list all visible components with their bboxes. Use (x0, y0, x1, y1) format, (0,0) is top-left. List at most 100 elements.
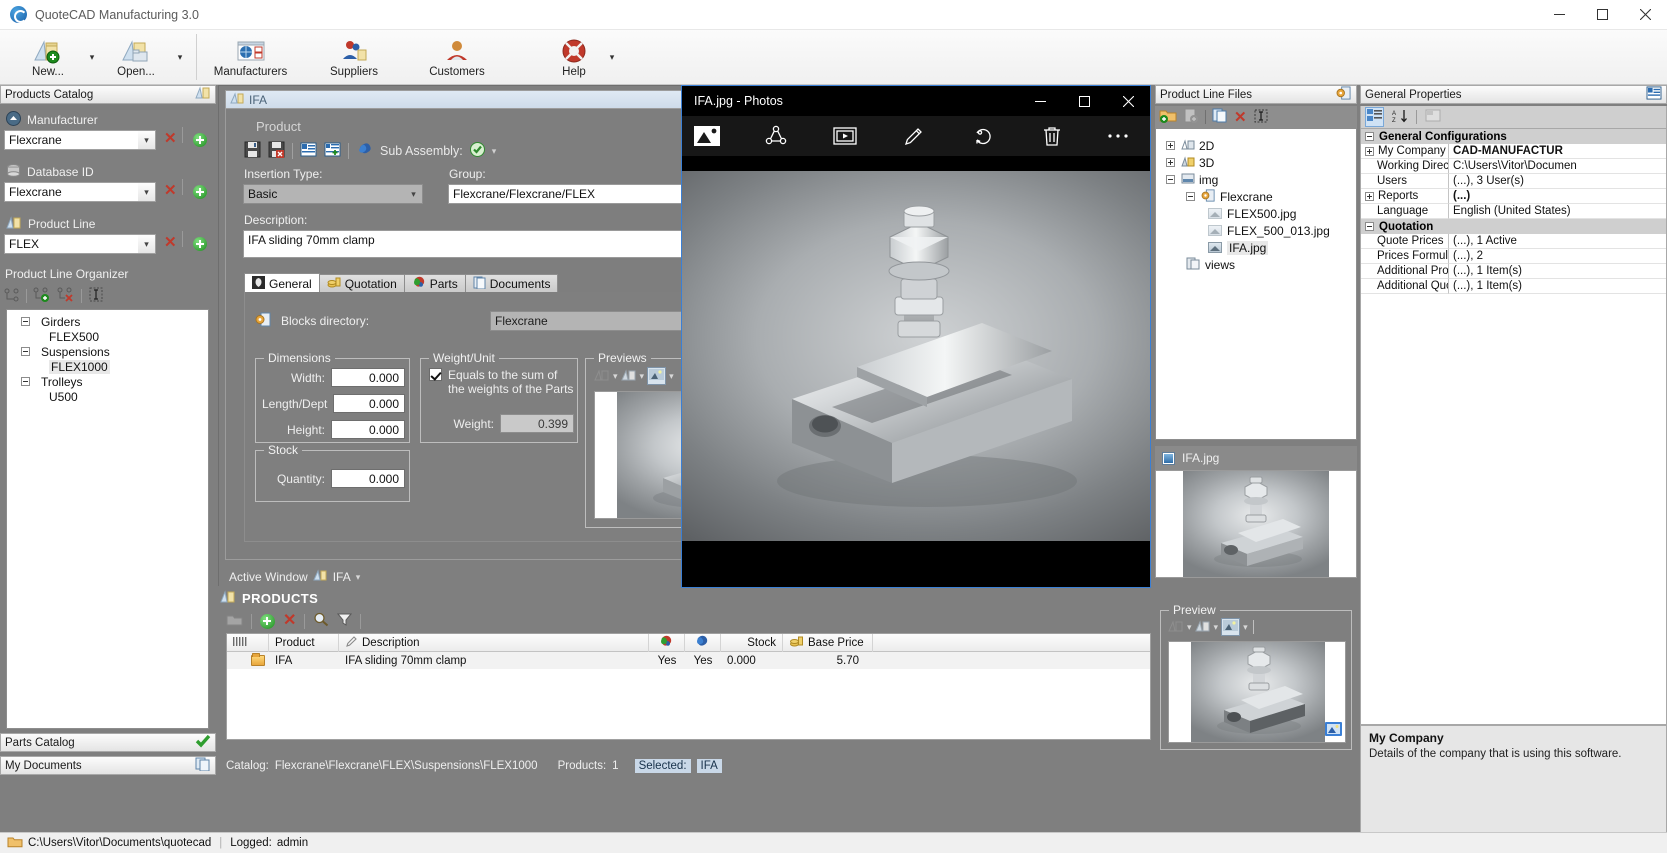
column-product[interactable]: Product (269, 634, 339, 652)
database-id-add-button[interactable] (193, 185, 207, 199)
sort-az-icon[interactable]: AZ (1392, 109, 1408, 126)
organizer-add-icon[interactable] (33, 287, 51, 305)
chevron-down-icon[interactable]: ▾ (405, 185, 422, 203)
save-and-close-icon[interactable] (268, 141, 285, 161)
expander-minus-icon[interactable] (21, 317, 30, 326)
delete-trash-icon[interactable] (1017, 116, 1086, 156)
preview-3d-icon[interactable] (1195, 619, 1211, 636)
file-tree-node-img[interactable]: img (1158, 171, 1354, 188)
tree-node-flex1000[interactable]: FLEX1000 (9, 359, 206, 374)
tab-general[interactable]: General (244, 273, 320, 293)
height-input[interactable]: 0.000 (331, 420, 405, 439)
expander-plus-icon[interactable] (1166, 158, 1175, 167)
file-tree-node-flexcrane[interactable]: Flexcrane (1158, 188, 1354, 205)
product-line-clear-button[interactable]: ✕ (164, 235, 177, 250)
sub-assembly-caret[interactable]: ▾ (492, 146, 497, 157)
file-tree-node-flex500-jpg[interactable]: FLEX500.jpg (1158, 205, 1354, 222)
general-properties-grid[interactable]: General Configurations My Company CAD-MA… (1360, 128, 1667, 725)
property-row-my-company[interactable]: My Company CAD-MANUFACTUR (1361, 144, 1666, 159)
property-row-additional-quote[interactable]: Additional Quote (...), 1 Item(s) (1361, 279, 1666, 294)
close-button[interactable] (1624, 0, 1667, 30)
tab-documents[interactable]: Documents (465, 274, 559, 293)
chevron-down-icon[interactable]: ▾ (356, 572, 361, 583)
add-icon[interactable] (260, 614, 275, 629)
property-row-users[interactable]: Users (...), 3 User(s) (1361, 174, 1666, 189)
insertion-type-select[interactable]: Basic ▾ (243, 184, 423, 204)
expander-minus-icon[interactable] (1166, 175, 1175, 184)
product-line-files-tree[interactable]: 2D 3D img (1155, 128, 1357, 440)
expander-minus-icon[interactable] (21, 347, 30, 356)
property-row-quote-prices[interactable]: Quote Prices (...), 1 Active (1361, 234, 1666, 249)
column-parts-blue[interactable] (685, 634, 721, 652)
customers-button[interactable]: Customers (414, 30, 500, 85)
product-line-select[interactable]: FLEX ▾ (4, 234, 156, 254)
delete-x-icon[interactable]: ✕ (283, 613, 296, 629)
tree-node-trolleys[interactable]: Trolleys (9, 374, 206, 389)
chevron-down-icon[interactable]: ▾ (1187, 622, 1192, 633)
photos-title-bar[interactable]: IFA.jpg - Photos (682, 86, 1150, 116)
file-tree-node-flex500-013-jpg[interactable]: FLEX_500_013.jpg (1158, 222, 1354, 239)
expander-minus-icon[interactable] (1365, 132, 1374, 141)
property-row-prices-formulas[interactable]: Prices Formulas (...), 2 (1361, 249, 1666, 264)
weight-equals-checkbox[interactable] (429, 368, 442, 381)
slideshow-icon[interactable] (811, 116, 880, 156)
width-input[interactable]: 0.000 (331, 368, 405, 387)
chevron-down-icon[interactable]: ▾ (138, 235, 155, 253)
suppliers-button[interactable]: Suppliers (314, 30, 394, 85)
maximize-button[interactable] (1581, 0, 1624, 30)
chevron-down-icon[interactable]: ▾ (138, 131, 155, 149)
database-id-clear-button[interactable]: ✕ (164, 183, 177, 198)
column-row-marker[interactable] (227, 634, 269, 652)
help-dropdown-caret[interactable]: ▾ (602, 30, 622, 85)
photos-image-area[interactable] (682, 156, 1150, 587)
expander-minus-icon[interactable] (21, 377, 30, 386)
file-tree-node-2d[interactable]: 2D (1158, 137, 1354, 154)
product-line-add-button[interactable] (193, 237, 207, 251)
property-row-reports[interactable]: Reports (...) (1361, 189, 1666, 204)
column-base-price[interactable]: Base Price (783, 634, 873, 652)
expander-minus-icon[interactable] (1365, 222, 1374, 231)
file-tree-node-ifa-jpg[interactable]: IFA.jpg (1158, 239, 1354, 256)
preview-image-icon[interactable] (647, 367, 666, 385)
search-icon[interactable] (313, 612, 329, 630)
property-category-general-configurations[interactable]: General Configurations (1361, 129, 1666, 144)
organizer-rename-icon[interactable] (88, 287, 104, 305)
expander-plus-icon[interactable] (1365, 147, 1374, 156)
chevron-down-icon[interactable]: ▾ (669, 371, 674, 382)
products-grid[interactable]: Product Description (226, 633, 1151, 740)
more-options-icon[interactable] (1086, 116, 1150, 156)
column-description[interactable]: Description (339, 634, 649, 652)
copy-icon[interactable] (1212, 108, 1228, 126)
chevron-down-icon[interactable]: ▾ (613, 371, 618, 382)
delete-x-icon[interactable]: ✕ (1234, 110, 1247, 125)
expander-plus-icon[interactable] (1166, 141, 1175, 150)
image-badge-icon[interactable] (1325, 722, 1342, 739)
help-button[interactable]: Help (546, 30, 602, 85)
tree-node-girders[interactable]: Girders (9, 314, 206, 329)
preview-2d-icon[interactable] (594, 368, 610, 385)
open-dropdown-caret[interactable]: ▾ (170, 30, 190, 85)
active-window-value[interactable]: IFA (333, 570, 351, 584)
green-check-icon[interactable] (470, 142, 485, 160)
share-icon[interactable] (742, 116, 811, 156)
preview-2d-icon[interactable] (1168, 619, 1184, 636)
length-input[interactable]: 0.000 (333, 394, 405, 413)
rename-icon[interactable] (1253, 109, 1269, 126)
property-row-language[interactable]: Language English (United States) (1361, 204, 1666, 219)
photos-close-button[interactable] (1106, 86, 1150, 116)
chevron-down-icon[interactable]: ▾ (1243, 622, 1248, 633)
add-file-icon[interactable] (1183, 108, 1199, 126)
properties-icon[interactable] (300, 142, 317, 160)
property-row-working-directory[interactable]: Working Director C:\Users\Vitor\Documen (1361, 159, 1666, 174)
filter-icon[interactable] (337, 612, 352, 630)
tab-parts[interactable]: Parts (404, 274, 466, 293)
my-documents-header[interactable]: My Documents (0, 756, 216, 775)
preview-image-icon[interactable] (1221, 618, 1240, 636)
column-stock[interactable]: Stock (721, 634, 783, 652)
chevron-down-icon[interactable]: ▾ (138, 183, 155, 201)
organizer-remove-icon[interactable] (57, 287, 75, 305)
chevron-down-icon[interactable]: ▾ (1214, 622, 1219, 633)
properties-add-icon[interactable] (324, 142, 341, 160)
weight-equals-row[interactable]: Equals to the sum of the weights of the … (429, 368, 574, 396)
property-row-additional-products[interactable]: Additional Produc (...), 1 Item(s) (1361, 264, 1666, 279)
